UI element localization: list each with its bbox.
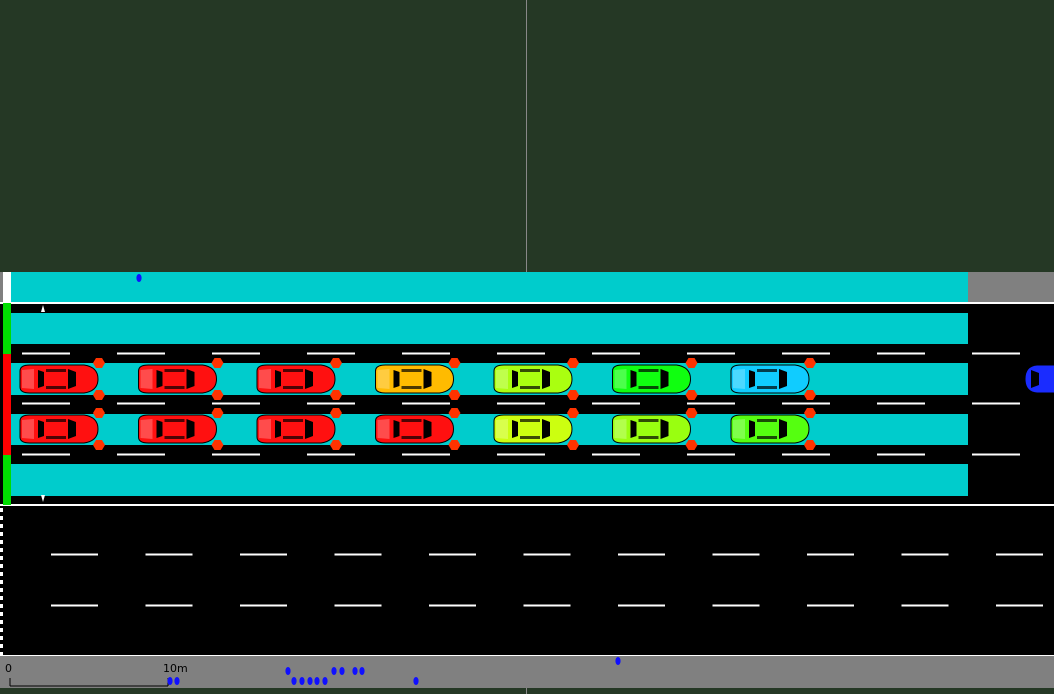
- edge-dash: [0, 580, 3, 584]
- pedestrian-marker[interactable]: [331, 667, 337, 675]
- traffic-light-segment: [3, 455, 11, 505]
- traffic-light-segment: [3, 405, 11, 455]
- pedestrian-marker[interactable]: [307, 677, 313, 685]
- edge-dash: [0, 588, 3, 592]
- pedestrian-marker[interactable]: [314, 677, 320, 685]
- edge-dash: [0, 644, 3, 648]
- pedestrian-marker[interactable]: [136, 274, 142, 282]
- traffic-light-segment: [3, 272, 11, 302]
- pedestrian-marker[interactable]: [291, 677, 297, 685]
- pedestrian-marker[interactable]: [322, 677, 328, 685]
- pedestrian-marker[interactable]: [285, 667, 291, 675]
- sidewalk-bottom: [0, 656, 1054, 688]
- crossing-lane-top: [11, 272, 968, 302]
- edge-dash: [0, 628, 3, 632]
- scale-end-label: 10m: [163, 662, 188, 675]
- edge-dash: [0, 596, 3, 600]
- pedestrian-marker[interactable]: [413, 677, 419, 685]
- pedestrian-marker[interactable]: [615, 657, 621, 665]
- traffic-light-segment: [3, 303, 11, 354]
- pedestrian-marker[interactable]: [339, 667, 345, 675]
- pedestrian-marker[interactable]: [167, 677, 173, 685]
- lane-highlight-1: [11, 313, 968, 344]
- edge-dash: [0, 524, 3, 528]
- lane-highlight-4: [11, 464, 968, 496]
- pedestrian-marker[interactable]: [352, 667, 358, 675]
- edge-dash: [0, 572, 3, 576]
- edge-dash: [0, 564, 3, 568]
- edge-dash: [0, 620, 3, 624]
- traffic-light-segment: [3, 354, 11, 405]
- edge-dash: [0, 604, 3, 608]
- pedestrian-marker[interactable]: [359, 667, 365, 675]
- edge-dash: [0, 612, 3, 616]
- simulation-canvas[interactable]: [0, 0, 1054, 694]
- scale-start-label: 0: [5, 662, 12, 675]
- traffic-light-bar: [3, 272, 11, 505]
- edge-dash: [0, 540, 3, 544]
- edge-dash: [0, 516, 3, 520]
- edge-dash: [0, 508, 3, 512]
- edge-dash: [0, 556, 3, 560]
- edge-dash: [0, 548, 3, 552]
- pedestrian-marker[interactable]: [174, 677, 180, 685]
- pedestrian-marker[interactable]: [299, 677, 305, 685]
- edge-dash: [0, 636, 3, 640]
- edge-dash: [0, 532, 3, 536]
- vehicle-incoming[interactable]: [1024, 364, 1054, 394]
